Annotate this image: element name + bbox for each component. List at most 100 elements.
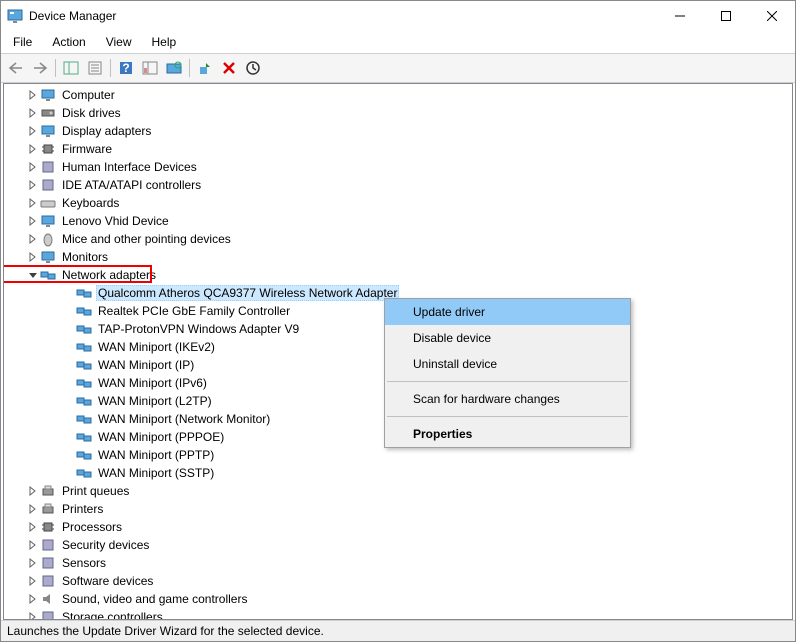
chevron-right-icon[interactable]: [28, 558, 38, 568]
chevron-right-icon[interactable]: [28, 198, 38, 208]
device-icon: [40, 249, 56, 265]
device-icon: [76, 411, 92, 427]
tree-category[interactable]: Storage controllers: [4, 608, 792, 619]
tree-category[interactable]: Mice and other pointing devices: [4, 230, 792, 248]
device-icon: [40, 141, 56, 157]
chevron-right-icon[interactable]: [28, 594, 38, 604]
tree-label: Disk drives: [60, 106, 123, 120]
device-icon: [40, 105, 56, 121]
tree-category[interactable]: Keyboards: [4, 194, 792, 212]
svg-text:?: ?: [122, 61, 129, 75]
tree-label: TAP-ProtonVPN Windows Adapter V9: [96, 322, 301, 336]
menu-bar: File Action View Help: [1, 31, 795, 53]
tree-category[interactable]: Security devices: [4, 536, 792, 554]
device-icon: [76, 447, 92, 463]
update-driver-button[interactable]: [194, 57, 216, 79]
tree-category[interactable]: Printers: [4, 500, 792, 518]
device-icon: [76, 375, 92, 391]
tree-label: Human Interface Devices: [60, 160, 199, 174]
tree-label: WAN Miniport (IKEv2): [96, 340, 217, 354]
tree-category[interactable]: Disk drives: [4, 104, 792, 122]
tree-category[interactable]: Print queues: [4, 482, 792, 500]
tree-label: Lenovo Vhid Device: [60, 214, 171, 228]
tree-category[interactable]: IDE ATA/ATAPI controllers: [4, 176, 792, 194]
tree-label: Firmware: [60, 142, 114, 156]
menu-help[interactable]: Help: [144, 33, 185, 51]
help-button[interactable]: ?: [115, 57, 137, 79]
tree-category[interactable]: Processors: [4, 518, 792, 536]
chevron-right-icon[interactable]: [28, 144, 38, 154]
device-icon: [76, 393, 92, 409]
tree-label: WAN Miniport (Network Monitor): [96, 412, 272, 426]
ctx-scan-hardware[interactable]: Scan for hardware changes: [385, 386, 630, 412]
scan-button[interactable]: [163, 57, 185, 79]
tree-category[interactable]: Software devices: [4, 572, 792, 590]
tree-label: Processors: [60, 520, 124, 534]
maximize-button[interactable]: [703, 1, 749, 31]
tree-category[interactable]: Sensors: [4, 554, 792, 572]
tree-category[interactable]: Sound, video and game controllers: [4, 590, 792, 608]
menu-file[interactable]: File: [5, 33, 40, 51]
tree-category[interactable]: Computer: [4, 86, 792, 104]
device-icon: [76, 429, 92, 445]
chevron-right-icon[interactable]: [28, 252, 38, 262]
chevron-right-icon[interactable]: [28, 540, 38, 550]
menu-action[interactable]: Action: [44, 33, 93, 51]
chevron-right-icon[interactable]: [28, 522, 38, 532]
properties-button[interactable]: [84, 57, 106, 79]
device-icon: [40, 483, 56, 499]
chevron-right-icon[interactable]: [28, 216, 38, 226]
chevron-right-icon[interactable]: [28, 612, 38, 619]
title-bar: Device Manager: [1, 1, 795, 31]
chevron-right-icon[interactable]: [28, 126, 38, 136]
show-hide-tree-button[interactable]: [60, 57, 82, 79]
device-icon: [40, 591, 56, 607]
context-menu: Update driver Disable device Uninstall d…: [384, 298, 631, 448]
chevron-right-icon[interactable]: [28, 504, 38, 514]
tree-category[interactable]: Human Interface Devices: [4, 158, 792, 176]
tree-label: Print queues: [60, 484, 131, 498]
forward-button[interactable]: [29, 57, 51, 79]
tree-category[interactable]: Lenovo Vhid Device: [4, 212, 792, 230]
device-icon: [76, 465, 92, 481]
tree-category[interactable]: Display adapters: [4, 122, 792, 140]
minimize-button[interactable]: [657, 1, 703, 31]
app-icon: [7, 8, 23, 24]
device-icon: [76, 285, 92, 301]
tree-category[interactable]: Network adapters: [4, 266, 792, 284]
tree-label: Qualcomm Atheros QCA9377 Wireless Networ…: [96, 285, 399, 301]
back-button[interactable]: [5, 57, 27, 79]
window-title: Device Manager: [29, 9, 657, 23]
menu-view[interactable]: View: [98, 33, 140, 51]
ctx-properties[interactable]: Properties: [385, 421, 630, 447]
tree-item[interactable]: WAN Miniport (PPTP): [4, 446, 792, 464]
tree-category[interactable]: Firmware: [4, 140, 792, 158]
tree-label: Security devices: [60, 538, 151, 552]
status-bar: Launches the Update Driver Wizard for th…: [1, 620, 795, 641]
tree-label: WAN Miniport (L2TP): [96, 394, 214, 408]
device-icon: [76, 303, 92, 319]
tree-label: Display adapters: [60, 124, 153, 138]
chevron-right-icon[interactable]: [28, 90, 38, 100]
chevron-right-icon[interactable]: [28, 162, 38, 172]
chevron-right-icon[interactable]: [28, 180, 38, 190]
tree-label: Software devices: [60, 574, 155, 588]
tree-category[interactable]: Monitors: [4, 248, 792, 266]
ctx-uninstall-device[interactable]: Uninstall device: [385, 351, 630, 377]
chevron-right-icon[interactable]: [28, 486, 38, 496]
ctx-disable-device[interactable]: Disable device: [385, 325, 630, 351]
device-icon: [40, 213, 56, 229]
tree-label: Keyboards: [60, 196, 121, 210]
chevron-right-icon[interactable]: [28, 234, 38, 244]
uninstall-button[interactable]: [218, 57, 240, 79]
tree-label: Printers: [60, 502, 105, 516]
ctx-update-driver[interactable]: Update driver: [385, 299, 630, 325]
chevron-down-icon[interactable]: [28, 270, 38, 280]
action-button[interactable]: [139, 57, 161, 79]
chevron-right-icon[interactable]: [28, 108, 38, 118]
disable-button[interactable]: [242, 57, 264, 79]
tree-item[interactable]: WAN Miniport (SSTP): [4, 464, 792, 482]
chevron-right-icon[interactable]: [28, 576, 38, 586]
device-icon: [40, 123, 56, 139]
close-button[interactable]: [749, 1, 795, 31]
